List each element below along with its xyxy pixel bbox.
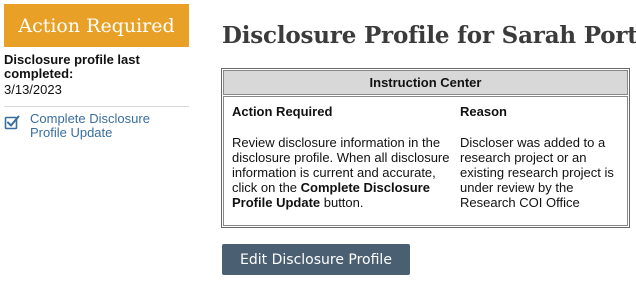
action-required-banner: Action Required <box>4 4 189 47</box>
checkbox-checked-icon <box>4 114 20 130</box>
sidebar-divider <box>4 106 189 107</box>
reason-heading: Reason <box>460 104 507 119</box>
instruction-center-header: Instruction Center <box>223 70 628 95</box>
complete-disclosure-profile-update-link[interactable]: Complete Disclosure Profile Update <box>4 112 189 144</box>
action-text-after: button. <box>320 195 364 210</box>
reason-text: Discloser was added to a research projec… <box>460 135 614 210</box>
edit-disclosure-profile-button[interactable]: Edit Disclosure Profile <box>222 244 410 275</box>
page-title: Disclosure Profile for Sarah Porter <box>222 22 636 49</box>
instruction-center-body: Action Required Reason Review disclosure… <box>223 96 628 226</box>
instruction-center: Instruction Center Action Required Reaso… <box>221 68 630 228</box>
action-required-heading: Action Required <box>232 104 333 119</box>
action-instructions: Review disclosure information in the dis… <box>232 135 454 210</box>
last-completed-date: 3/13/2023 <box>4 82 62 97</box>
last-completed-label: Disclosure profile last completed: <box>4 52 140 81</box>
task-label[interactable]: Complete Disclosure Profile Update <box>30 112 180 140</box>
